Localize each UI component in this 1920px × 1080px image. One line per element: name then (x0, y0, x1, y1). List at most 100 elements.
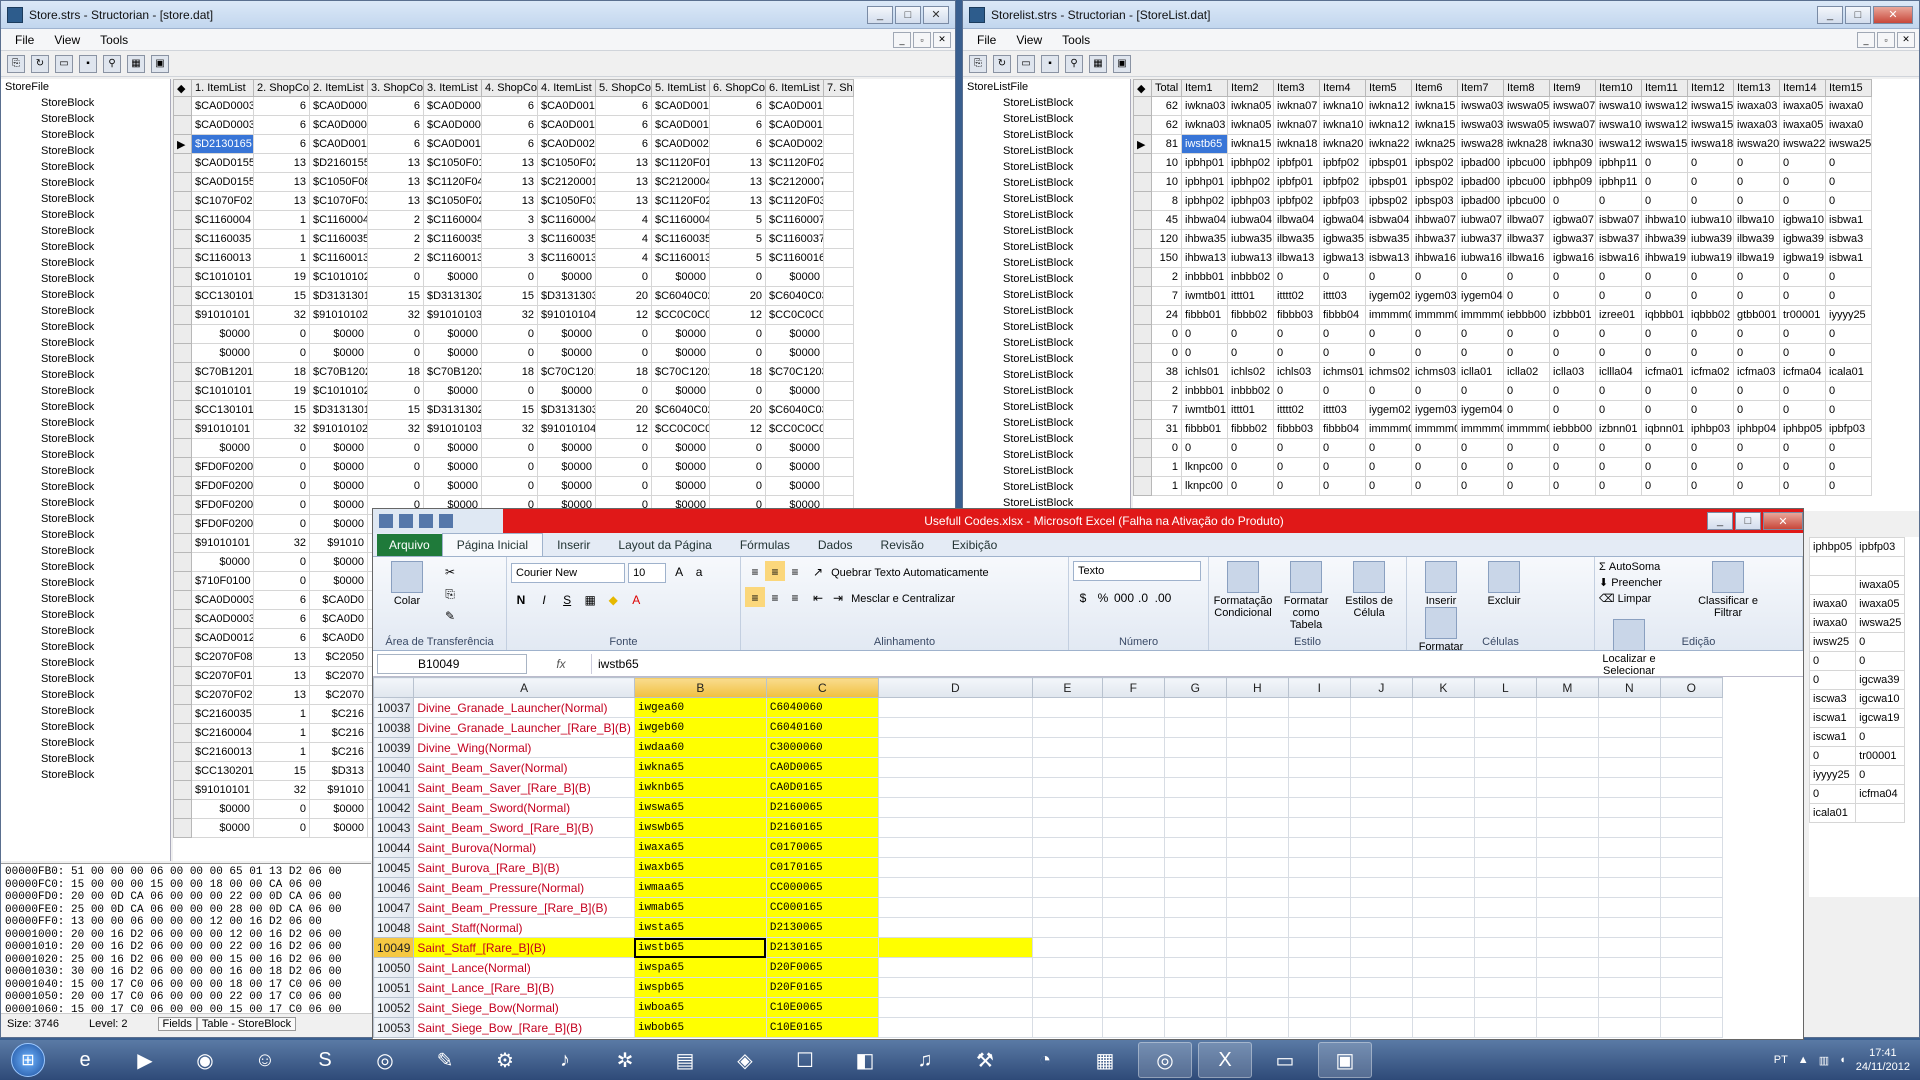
cell[interactable]: iwsta65 (633, 917, 767, 938)
table-cell[interactable]: $91010104 (537, 305, 596, 325)
table-cell[interactable]: $0000 (537, 381, 596, 401)
table-cell[interactable]: 0 (253, 457, 310, 477)
table-cell[interactable]: iwaxa05 (1779, 96, 1826, 116)
table-cell[interactable]: $0000 (309, 514, 368, 534)
table-cell[interactable]: $0000 (309, 476, 368, 496)
table-cell[interactable]: igbwa07 (1549, 210, 1596, 230)
table-cell[interactable]: 0 (1641, 191, 1688, 211)
table-row[interactable]: ▶ 81 iwstb65 iwkna15 iwkna18 iwkna20 iwkna22 iw… (1133, 134, 1872, 154)
table-cell[interactable]: 6 (367, 134, 424, 154)
table-cell[interactable]: 0 (1825, 191, 1872, 211)
cell[interactable] (1597, 997, 1661, 1018)
redo-icon[interactable] (439, 514, 453, 528)
cell[interactable]: Saint_Siege_Bow(Normal) (413, 997, 635, 1018)
format-painter-icon[interactable]: ✎ (440, 605, 460, 625)
tree-item[interactable]: StoreBlock (1, 559, 170, 575)
cell[interactable] (1349, 717, 1413, 738)
row-indicator[interactable] (173, 590, 192, 610)
table-cell[interactable]: iwswa12 (1595, 134, 1642, 154)
cell[interactable] (1287, 717, 1351, 738)
table-cell[interactable]: 150 (1151, 248, 1182, 268)
table-cell[interactable]: 0 (709, 267, 766, 287)
row-header[interactable]: 10044 (373, 837, 415, 858)
cell[interactable] (1597, 917, 1661, 938)
table-cell[interactable]: 0 (481, 476, 538, 496)
table-cell[interactable]: $0000 (537, 438, 596, 458)
tree-item[interactable]: StoreListBlock (963, 383, 1130, 399)
table-cell[interactable]: 0 (253, 495, 310, 515)
table-cell[interactable]: 15 (253, 400, 310, 420)
cell[interactable]: D2130065 (765, 917, 879, 938)
table-cell[interactable]: 1 (1151, 457, 1182, 477)
table-cell[interactable]: 0 (253, 571, 310, 591)
maximize-button[interactable]: □ (895, 5, 921, 24)
table-cell[interactable]: 0 (1779, 324, 1826, 344)
gear-app-icon[interactable]: ✲ (598, 1042, 652, 1078)
cell[interactable]: iwaxa65 (633, 837, 767, 858)
save-icon[interactable]: ▪ (1041, 54, 1059, 73)
cell[interactable] (1225, 757, 1289, 778)
table-cell[interactable]: icfma03 (1733, 362, 1780, 382)
column-header[interactable]: L (1473, 677, 1537, 698)
table-cell[interactable]: 13 (709, 153, 766, 173)
table-row[interactable]: 7 iwmtb01 ittt01 itttt02 ittt03 iygem02 iygem0… (1133, 400, 1872, 420)
table-cell[interactable]: 0 (1779, 438, 1826, 458)
table-cell[interactable]: iwstb65 (1181, 134, 1228, 154)
table-cell[interactable]: immmm03 (1411, 419, 1458, 439)
table-cell[interactable]: iubwa07 (1457, 210, 1504, 230)
tab-pagina-inicial[interactable]: Página Inicial (441, 533, 544, 556)
hex-line[interactable]: 00001040: 15 00 17 C0 06 00 00 00 18 00 … (5, 979, 367, 992)
table-cell[interactable]: igbwa19 (1779, 248, 1826, 268)
italic-button[interactable]: I (534, 589, 554, 609)
table-row[interactable]: ▶ $D2130165 6 $CA0D0015 6 $CA0D0018 6 $CA0D0020… (173, 134, 854, 154)
cell[interactable] (1163, 857, 1227, 878)
cell[interactable] (1535, 757, 1599, 778)
table-cell[interactable]: $CA0D0015 (309, 134, 368, 154)
table-cell[interactable]: 15 (367, 400, 424, 420)
row-indicator[interactable]: ▶ (1133, 134, 1152, 154)
table-cell[interactable]: $C2120007 (765, 172, 824, 192)
table-cell[interactable]: 6 (595, 96, 652, 116)
sheet-row[interactable]: 10053 Saint_Siege_Bow_[Rare_B](B) iwbob65 C… (373, 1017, 1723, 1038)
table-cell[interactable]: 0 (481, 343, 538, 363)
table-cell[interactable]: 20 (595, 400, 652, 420)
table-cell[interactable]: iwkna15 (1411, 115, 1458, 135)
tree-item[interactable]: StoreBlock (1, 111, 170, 127)
row-indicator[interactable] (173, 267, 192, 287)
table-cell[interactable]: 0 (1687, 457, 1734, 477)
table-cell[interactable]: $0000 (651, 476, 710, 496)
table-cell[interactable]: iwswa03 (1457, 96, 1504, 116)
table-cell[interactable]: 0 (1549, 343, 1596, 363)
table-cell[interactable]: $CA0D0012 (651, 115, 710, 135)
table-cell[interactable]: 0 (253, 324, 310, 344)
cell[interactable] (1659, 977, 1723, 998)
sheet-row[interactable]: 10043 Saint_Beam_Sword_[Rare_B](B) iwswb65… (373, 817, 1723, 838)
table-cell[interactable]: 0 (1809, 651, 1857, 671)
font-size-select[interactable]: 10 (628, 563, 667, 583)
table-cell[interactable]: 0 (1687, 153, 1734, 173)
table-row[interactable]: 10 ipbhp01 ipbhp02 ipbfp01 ipbfp02 ipbsp01 ipb… (1133, 172, 1872, 192)
cell[interactable] (1225, 797, 1289, 818)
table-cell[interactable]: ipbsp01 (1365, 153, 1412, 173)
tree-item[interactable]: StoreBlock (1, 399, 170, 415)
row-indicator[interactable] (173, 685, 192, 705)
table-cell[interactable]: ipbcu00 (1503, 153, 1550, 173)
row-indicator[interactable] (173, 533, 192, 553)
row-indicator[interactable] (173, 305, 192, 325)
sheet-row[interactable]: 10042 Saint_Beam_Sword(Normal) iwswa65 D216… (373, 797, 1723, 818)
table-cell[interactable]: 1 (253, 742, 310, 762)
table-cell[interactable]: 32 (253, 533, 310, 553)
cell[interactable]: Saint_Beam_Sword_[Rare_B](B) (413, 817, 635, 838)
table-cell[interactable]: 0 (367, 324, 424, 344)
row-indicator[interactable] (1133, 400, 1152, 420)
cell[interactable]: iwbob65 (633, 1017, 767, 1038)
cell[interactable] (1473, 697, 1537, 718)
cell[interactable] (1225, 917, 1289, 938)
cell[interactable] (1411, 977, 1475, 998)
table-cell[interactable]: $0000 (537, 343, 596, 363)
table-cell[interactable]: 6 (595, 134, 652, 154)
cell[interactable]: iwgea60 (633, 697, 767, 718)
table-row[interactable]: iscwa3 igcwa10 (1809, 689, 1906, 709)
table-cell[interactable]: isbwa1 (1825, 210, 1872, 230)
align-right-icon[interactable]: ≡ (785, 587, 805, 607)
